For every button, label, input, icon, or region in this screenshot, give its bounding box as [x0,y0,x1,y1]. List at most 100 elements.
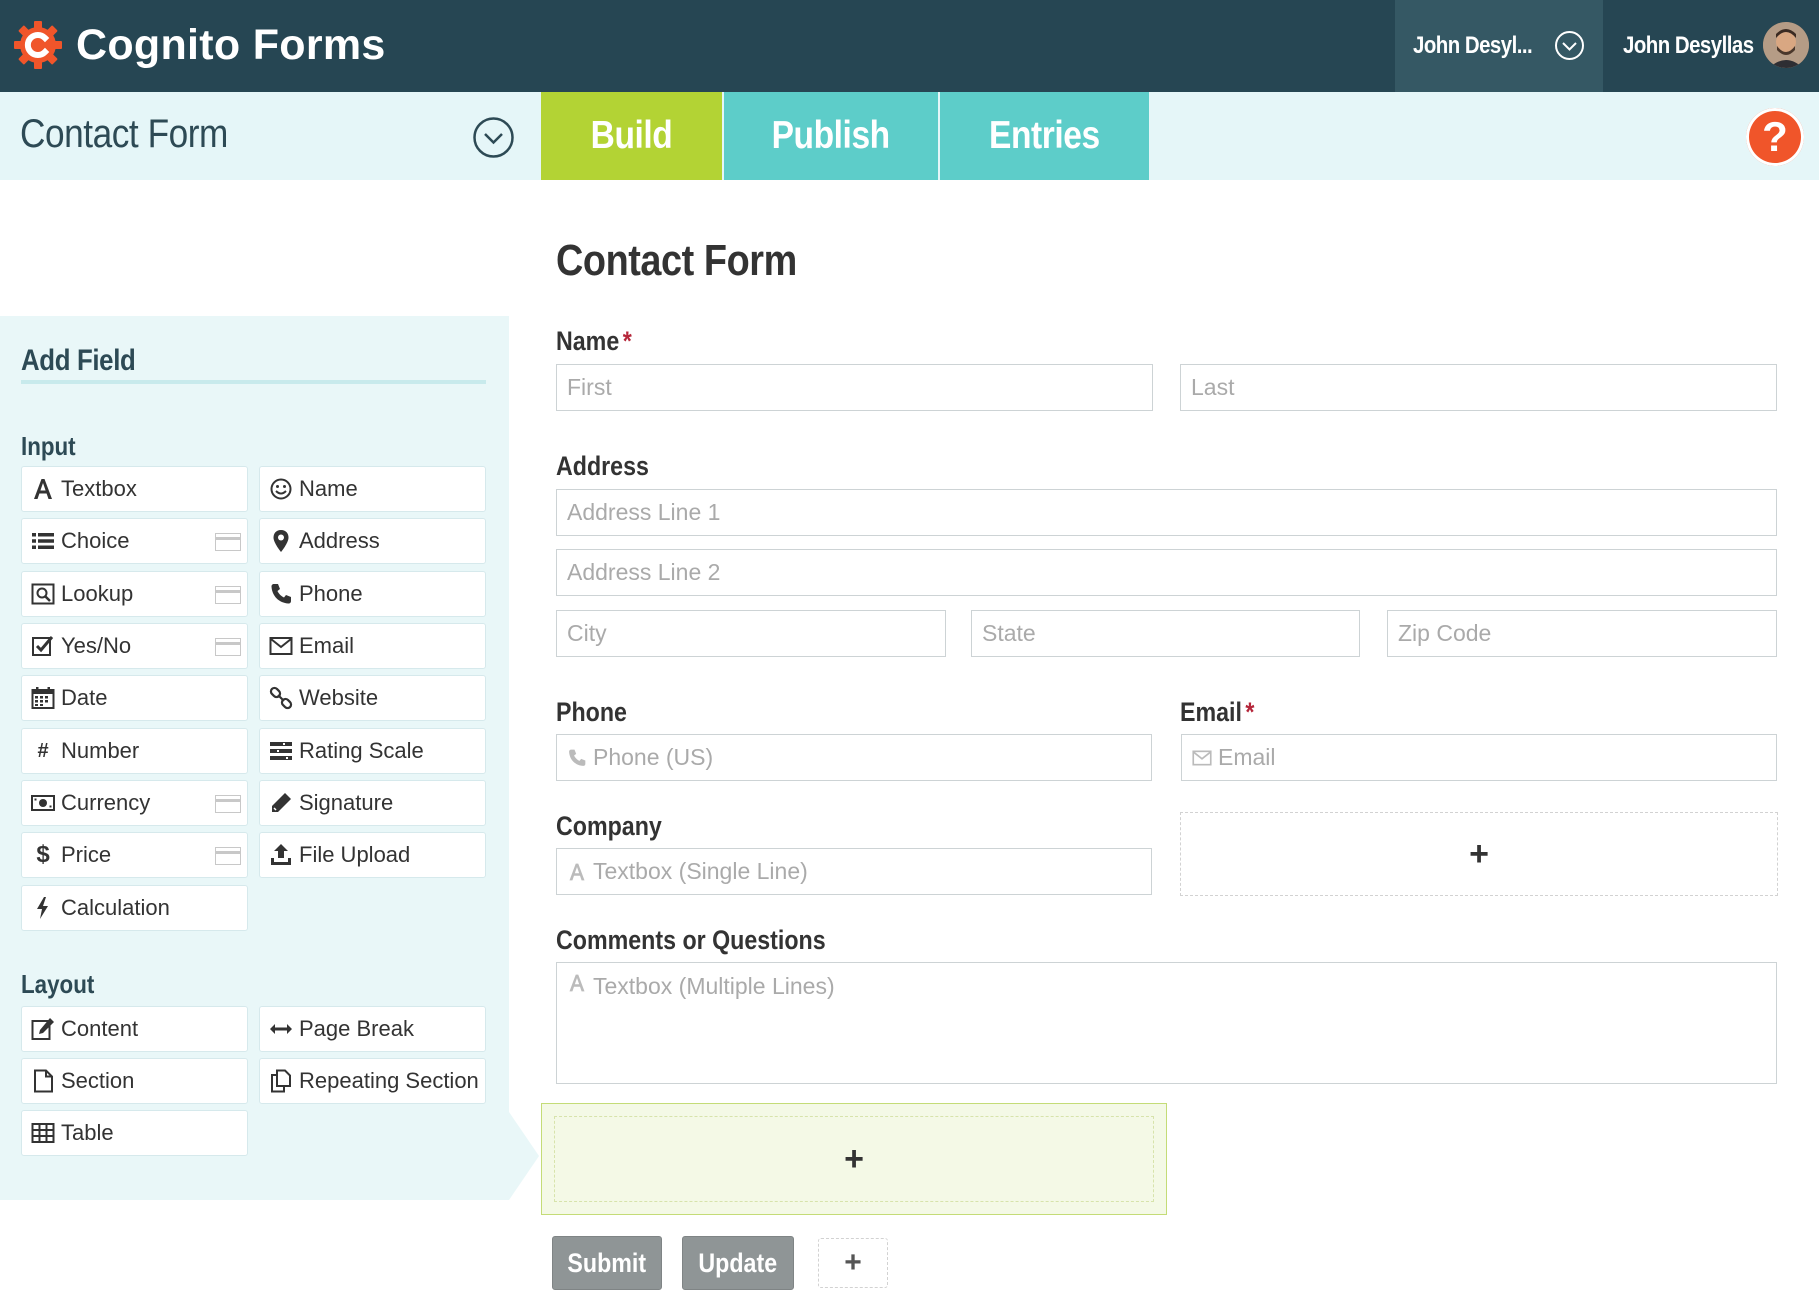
submit-button[interactable]: Submit [552,1236,662,1290]
update-button[interactable]: Update [682,1236,794,1290]
phone-label[interactable]: Phone [556,697,627,728]
city-field[interactable]: City [556,610,946,657]
phone-icon [268,581,294,607]
add-page-break-button[interactable]: Page Break [259,1006,486,1052]
textbox-icon [567,862,587,882]
add-repeating-section-button[interactable]: Repeating Section [259,1058,486,1104]
address-line-1-placeholder: Address Line 1 [567,499,721,525]
tab-build[interactable]: Build [541,92,722,180]
add-content-button[interactable]: Content [21,1006,248,1052]
add-phone-button[interactable]: Phone [259,571,486,617]
add-currency-button[interactable]: Currency [21,780,248,826]
comments-field[interactable]: Textbox (Multiple Lines) [556,962,1777,1084]
phone-field[interactable]: Phone (US) [556,734,1152,781]
brand-logo[interactable]: Cognito Forms [12,17,386,73]
file-icon [30,1068,56,1094]
chevron-down-circle-icon [1555,31,1584,60]
add-button-slot[interactable]: + [818,1238,888,1288]
add-field-slot[interactable]: + [1180,812,1778,896]
city-placeholder: City [567,620,607,646]
add-field-label: Section [61,1068,135,1093]
add-number-button[interactable]: # Number [21,728,248,774]
tab-publish[interactable]: Publish [724,92,938,180]
add-name-button[interactable]: Name [259,466,486,512]
tab-entries[interactable]: Entries [940,92,1149,180]
email-placeholder: Email [1218,744,1276,770]
add-website-button[interactable]: Website [259,675,486,721]
add-section-button[interactable]: Section [21,1058,248,1104]
add-field-label: Date [61,685,108,710]
email-field[interactable]: Email [1181,734,1777,781]
card-icon [215,533,241,551]
add-field-slot[interactable]: + [554,1116,1154,1202]
add-textbox-button[interactable]: Textbox [21,466,248,512]
comments-label[interactable]: Comments or Questions [556,925,826,956]
lookup-icon [30,581,56,607]
user-menu[interactable]: John Desyllas [1603,0,1819,92]
zip-code-field[interactable]: Zip Code [1387,610,1777,657]
add-choice-button[interactable]: Choice [21,518,248,564]
add-field-label: Number [61,738,140,763]
link-icon [268,685,294,711]
organization-switcher[interactable]: John Desyl... [1395,0,1603,92]
first-name-placeholder: First [567,374,612,400]
user-name: John Desyllas [1623,32,1754,59]
address-line-1-field[interactable]: Address Line 1 [556,489,1777,536]
add-field-label: Signature [299,790,394,815]
chevron-down-circle-icon[interactable] [472,116,515,159]
upload-icon [268,842,294,868]
map-pin-icon [268,528,294,554]
last-name-field[interactable]: Last [1180,364,1777,411]
add-date-button[interactable]: Date [21,675,248,721]
cognito-gear-icon [14,21,62,69]
dollar-icon: $ [36,841,50,868]
phone-icon [567,748,587,768]
add-field-label: Lookup [61,581,134,606]
comments-placeholder: Textbox (Multiple Lines) [593,973,835,999]
add-price-button[interactable]: $ Price [21,832,248,878]
add-field-label: Calculation [61,895,170,920]
add-signature-button[interactable]: Signature [259,780,486,826]
envelope-icon [1192,748,1212,768]
card-icon [215,638,241,656]
add-email-button[interactable]: Email [259,623,486,669]
add-field-label: Content [61,1016,139,1041]
company-placeholder: Textbox (Single Line) [593,858,808,884]
help-button[interactable]: ? [1746,108,1804,166]
state-placeholder: State [982,620,1036,646]
address-label[interactable]: Address [556,451,649,482]
form-title[interactable]: Contact Form [556,236,797,286]
copy-icon [268,1068,294,1094]
company-field[interactable]: Textbox (Single Line) [556,848,1152,895]
add-address-button[interactable]: Address [259,518,486,564]
company-label[interactable]: Company [556,811,662,842]
add-field-label: Phone [299,581,363,606]
add-file-upload-button[interactable]: File Upload [259,832,486,878]
email-label[interactable]: Email * [1180,697,1254,728]
add-lookup-button[interactable]: Lookup [21,571,248,617]
add-calculation-button[interactable]: Calculation [21,885,248,931]
add-field-label: Price [61,842,112,867]
add-yes-no-button[interactable]: Yes/No [21,623,248,669]
tab-publish-label: Publish [771,114,891,157]
add-field-label: File Upload [299,842,411,867]
update-label: Update [698,1247,778,1278]
add-table-button[interactable]: Table [21,1110,248,1156]
card-icon [215,847,241,865]
first-name-field[interactable]: First [556,364,1153,411]
add-rating-scale-button[interactable]: Rating Scale [259,728,486,774]
add-field-label: Repeating Section [299,1068,479,1093]
avatar [1763,22,1809,68]
last-name-placeholder: Last [1191,374,1235,400]
pencil-icon [268,790,294,816]
panel-pointer [509,1112,539,1200]
name-label[interactable]: Name * [556,326,632,357]
add-field-title: Add Field [21,344,136,377]
add-field-label: Email [299,633,355,658]
app-name: Cognito Forms [76,20,386,69]
arrows-horizontal-icon [268,1016,294,1042]
form-selector-title[interactable]: Contact Form [20,112,228,157]
address-line-2-placeholder: Address Line 2 [567,559,721,585]
state-field[interactable]: State [971,610,1360,657]
address-line-2-field[interactable]: Address Line 2 [556,549,1777,596]
